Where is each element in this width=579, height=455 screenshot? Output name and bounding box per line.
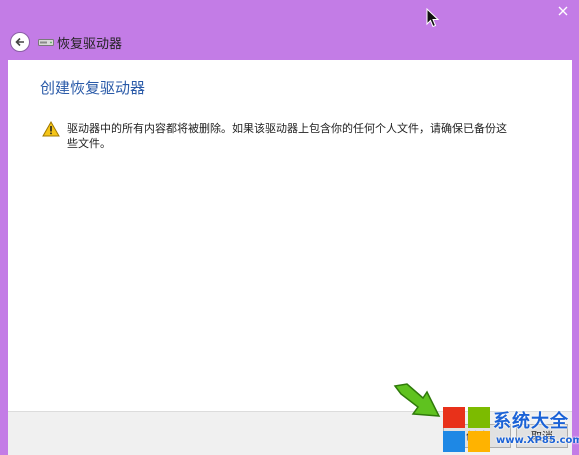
warning-message: 驱动器中的所有内容都将被删除。如果该驱动器上包含你的任何个人文件，请确保已备份这… bbox=[67, 122, 507, 150]
warning-icon bbox=[42, 121, 60, 137]
main-content: 创建恢复驱动器 驱动器中的所有内容都将被删除。如果该驱动器上包含你的任何个人文件… bbox=[8, 60, 572, 411]
back-button[interactable] bbox=[10, 32, 30, 52]
close-button[interactable] bbox=[546, 0, 579, 22]
drive-icon bbox=[38, 39, 54, 46]
pointer-arrow-icon bbox=[393, 383, 441, 417]
page-heading: 创建恢复驱动器 bbox=[40, 79, 146, 97]
back-arrow-icon bbox=[15, 37, 24, 47]
close-icon bbox=[558, 6, 567, 16]
window-title: 恢复驱动器 bbox=[57, 37, 123, 52]
mouse-cursor-icon bbox=[426, 8, 440, 28]
windows-logo-icon bbox=[443, 407, 490, 452]
watermark: 系统大全 www.XP85.com bbox=[440, 404, 579, 455]
titlebar: 恢复驱动器 bbox=[0, 30, 579, 58]
watermark-title: 系统大全 bbox=[493, 411, 569, 432]
watermark-url: www.XP85.com bbox=[496, 435, 579, 446]
window-frame: 恢复驱动器 创建恢复驱动器 驱动器中的所有内容都将被删除。如果该驱动器上包含你的… bbox=[0, 0, 579, 455]
